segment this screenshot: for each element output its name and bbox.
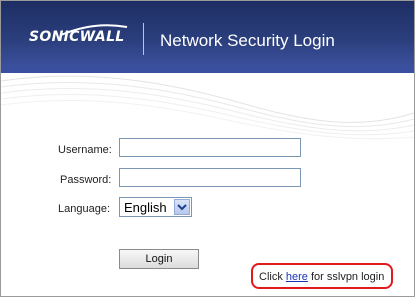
language-label: Language:	[58, 203, 110, 215]
password-label: Password:	[60, 174, 112, 186]
username-input[interactable]	[119, 138, 301, 157]
username-label: Username:	[58, 144, 112, 156]
header-banner: SONICWALL Network Security Login	[1, 1, 414, 73]
sslvpn-login-text: Click here for sslvpn login	[259, 271, 384, 283]
chevron-down-icon[interactable]	[174, 199, 190, 215]
header-divider	[143, 23, 144, 55]
language-select[interactable]: English	[119, 197, 192, 217]
sslvpn-prefix: Click	[259, 271, 286, 283]
decorative-waves	[1, 75, 414, 140]
page-title: Network Security Login	[160, 31, 335, 50]
logo-swoosh-icon	[60, 24, 128, 36]
login-button[interactable]: Login	[119, 249, 199, 269]
language-selected-value: English	[124, 199, 167, 215]
password-input[interactable]	[119, 168, 301, 187]
login-window: SONICWALL Network Security Login Usernam…	[0, 0, 415, 297]
sslvpn-here-link[interactable]: here	[286, 271, 308, 283]
sslvpn-suffix: for sslvpn login	[307, 271, 385, 283]
